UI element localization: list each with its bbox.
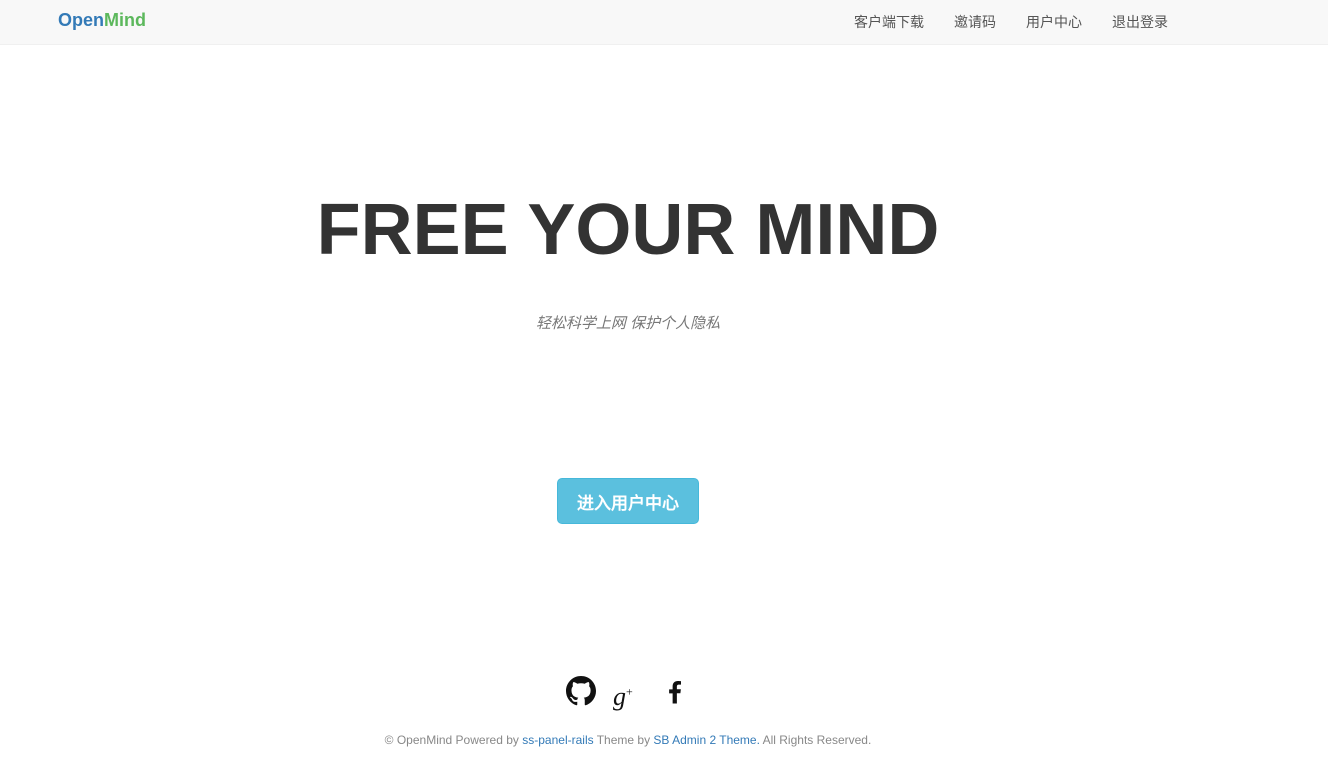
brand-part-mind: Mind [104, 10, 147, 30]
footer-link-ss-panel-rails[interactable]: ss-panel-rails [522, 733, 593, 747]
footer: © OpenMind Powered by ss-panel-rails The… [0, 731, 1256, 749]
google-plus-icon[interactable]: g+ [613, 676, 643, 711]
brand-part-open: Open [58, 10, 105, 30]
social-links: g+ [566, 676, 707, 711]
facebook-icon[interactable] [660, 676, 690, 706]
github-icon[interactable] [566, 676, 596, 706]
hero-title: FREE YOUR MIND [316, 190, 940, 270]
nav-logout[interactable]: 退出登录 [1112, 12, 1168, 32]
nav-invite-code[interactable]: 邀请码 [954, 12, 996, 32]
footer-prefix: © OpenMind Powered by [384, 733, 523, 747]
navbar: OpenMind 客户端下载 邀请码 用户中心 退出登录 [0, 0, 1328, 45]
footer-suffix: All Rights Reserved. [759, 733, 872, 747]
github-icon-svg [566, 676, 596, 706]
enter-user-center-button[interactable]: 进入用户中心 [557, 478, 699, 524]
google-plus-glyph: g+ [613, 681, 633, 711]
footer-link-sb-admin[interactable]: SB Admin 2 Theme. [653, 733, 760, 747]
nav-user-center[interactable]: 用户中心 [1026, 12, 1082, 32]
facebook-icon-svg [669, 681, 681, 704]
nav-links: 客户端下载 邀请码 用户中心 退出登录 [824, 0, 1168, 44]
brand-logo[interactable]: OpenMind [58, 9, 146, 31]
hero-subtitle: 轻松科学上网 保护个人隐私 [535, 315, 721, 332]
footer-middle: Theme by [593, 733, 654, 747]
nav-client-download[interactable]: 客户端下载 [854, 12, 924, 32]
